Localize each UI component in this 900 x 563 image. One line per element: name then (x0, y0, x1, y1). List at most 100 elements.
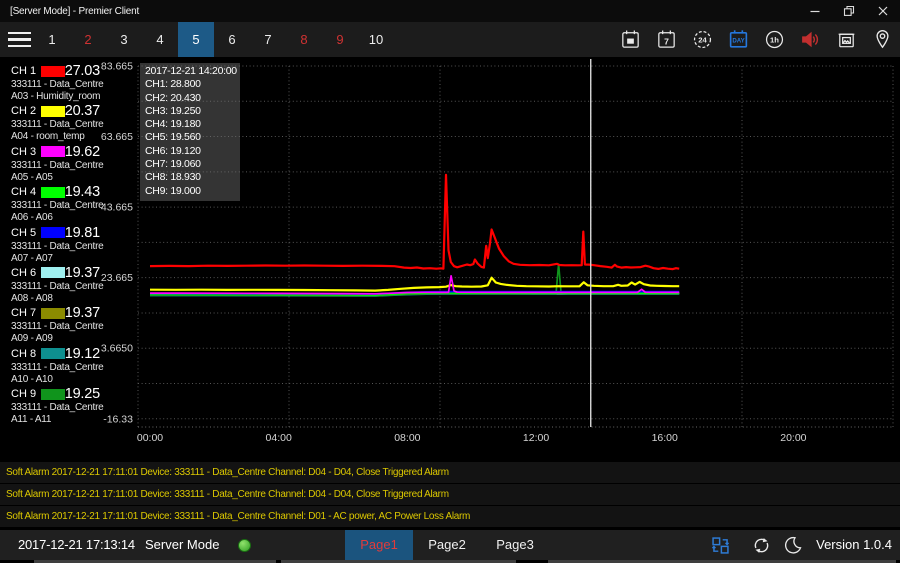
channel-id: CH 5 (11, 227, 39, 239)
svg-text:DAY: DAY (732, 37, 744, 44)
channel-item[interactable]: CH 519.81333111 - Data_CentreA07 - A07 (0, 225, 116, 265)
x-axis-tick-label: 08:00 (394, 432, 420, 444)
channel-color-swatch (41, 187, 65, 198)
channel-item[interactable]: CH 127.03333111 - Data_CentreA03 - Humid… (0, 63, 116, 103)
channel-device: 333111 - Data_Centre (11, 402, 116, 414)
page-number-10[interactable]: 10 (358, 22, 394, 57)
hours-24-icon[interactable]: 24 (684, 22, 720, 57)
channel-row: CH 2 20.37 (11, 103, 116, 119)
channel-row: CH 819.12 (11, 346, 116, 362)
menu-button[interactable] (8, 31, 34, 48)
connection-indicator (238, 539, 251, 552)
window-title: [Server Mode] - Premier Client (0, 6, 139, 17)
channel-item[interactable]: CH 719.37333111 - Data_CentreA09 - A09 (0, 305, 116, 345)
snapshot-icon[interactable] (828, 22, 864, 57)
channel-value: 19.25 (65, 386, 116, 402)
channel-item[interactable]: CH 9 19.25333111 - Data_CentreA11 - A11 (0, 386, 116, 426)
dark-mode-button[interactable] (782, 534, 804, 556)
x-axis-tick-label: 20:00 (780, 432, 806, 444)
x-axis-tick-label: 00:00 (137, 432, 163, 444)
channel-color-swatch (41, 389, 65, 400)
channel-value: 19.62 (65, 144, 116, 160)
channel-device: 333111 - Data_Centre (11, 362, 116, 374)
app-window: [Server Mode] - Premier Client 123456789… (0, 0, 900, 563)
channel-point: A11 - A11 (11, 414, 116, 426)
calendar-edit-icon[interactable] (612, 22, 648, 57)
channel-value: 19.37 (65, 265, 116, 281)
channel-value: 19.37 (65, 305, 116, 321)
tooltip-entry: CH5: 19.560 (145, 131, 235, 144)
page-number-9[interactable]: 9 (322, 22, 358, 57)
tooltip-entry: CH7: 19.060 (145, 158, 235, 171)
channel-value: 19.43 (65, 184, 116, 200)
channel-point: A08 - A08 (11, 293, 116, 305)
window-controls (798, 0, 900, 22)
channel-device: 333111 - Data_Centre (11, 160, 116, 172)
channel-id: CH 1 (11, 65, 39, 77)
channel-point: A09 - A09 (11, 333, 116, 345)
channel-value: 20.37 (65, 103, 116, 119)
page-number-7[interactable]: 7 (250, 22, 286, 57)
svg-text:7: 7 (664, 36, 669, 46)
day-range-icon[interactable]: DAY (720, 22, 756, 57)
svg-text:24: 24 (698, 35, 707, 44)
channel-point: A07 - A07 (11, 253, 116, 265)
minimize-button[interactable] (798, 0, 832, 22)
channel-color-swatch (41, 106, 65, 117)
page-number-bar: 12345678910 (34, 22, 394, 57)
restore-button[interactable] (832, 0, 866, 22)
channel-row: CH 5 19.81 (11, 225, 116, 241)
channel-row: CH 619.37 (11, 265, 116, 281)
toolbar-icons: 7 24 DAY 1h (612, 22, 900, 57)
page-number-5[interactable]: 5 (178, 22, 214, 57)
channel-point: A04 - room_temp (11, 131, 116, 143)
page-number-6[interactable]: 6 (214, 22, 250, 57)
tooltip-entry: CH6: 19.120 (145, 145, 235, 158)
status-bar: 2017-12-21 17:13:14 Server Mode Page1Pag… (0, 530, 900, 560)
tooltip-entries: CH1: 28.800CH2: 20.430CH3: 19.250CH4: 19… (145, 78, 235, 198)
close-button[interactable] (866, 0, 900, 22)
page-number-2[interactable]: 2 (70, 22, 106, 57)
alarm-sound-icon[interactable] (792, 22, 828, 57)
tab-page2[interactable]: Page2 (413, 530, 481, 560)
channel-row: CH 319.62 (11, 144, 116, 160)
channel-id: CH 8 (11, 348, 39, 360)
channel-value: 19.81 (65, 225, 116, 241)
page-number-1[interactable]: 1 (34, 22, 70, 57)
page-number-4[interactable]: 4 (142, 22, 178, 57)
channel-item[interactable]: CH 619.37333111 - Data_CentreA08 - A08 (0, 265, 116, 305)
tab-page3[interactable]: Page3 (481, 530, 549, 560)
x-axis-tick-label: 16:00 (652, 432, 678, 444)
restore-icon (843, 5, 855, 17)
channel-color-swatch (41, 348, 65, 359)
tooltip-entry: CH2: 20.430 (145, 92, 235, 105)
layout-switch-button[interactable] (709, 534, 731, 556)
channel-item[interactable]: CH 220.37333111 - Data_CentreA04 - room_… (0, 103, 116, 143)
tooltip-time: 2017-12-21 14:20:00 (145, 65, 235, 78)
alarm-row[interactable]: Soft Alarm 2017-12-21 17:11:01 Device: 3… (0, 506, 900, 527)
status-time: 2017-12-21 17:13:14 (18, 530, 135, 560)
x-axis-tick-label: 12:00 (523, 432, 549, 444)
channel-item[interactable]: CH 419.43333111 - Data_CentreA06 - A06 (0, 184, 116, 224)
svg-text:1h: 1h (770, 35, 779, 44)
channel-id: CH 2 (11, 105, 39, 117)
page-number-3[interactable]: 3 (106, 22, 142, 57)
tooltip-entry: CH9: 19.000 (145, 185, 235, 198)
page-number-8[interactable]: 8 (286, 22, 322, 57)
alarm-row[interactable]: Soft Alarm 2017-12-21 17:11:01 Device: 3… (0, 462, 900, 483)
channel-id: CH 9 (11, 388, 39, 400)
sync-button[interactable] (750, 534, 772, 556)
trend-chart[interactable]: 83.66563.66543.66523.6653.6650-16.3300:0… (0, 57, 900, 463)
channel-item[interactable]: CH 319.62333111 - Data_CentreA05 - A05 (0, 144, 116, 184)
channel-device: 333111 - Data_Centre (11, 321, 116, 333)
alarm-row[interactable]: Soft Alarm 2017-12-21 17:11:01 Device: 3… (0, 484, 900, 505)
channel-item[interactable]: CH 819.12333111 - Data_CentreA10 - A10 (0, 346, 116, 386)
tab-page1[interactable]: Page1 (345, 530, 413, 560)
calendar-week-icon[interactable]: 7 (648, 22, 684, 57)
channel-id: CH 4 (11, 186, 39, 198)
channel-point: A03 - Humidity_room (11, 91, 116, 103)
location-icon[interactable] (864, 22, 900, 57)
channel-device: 333111 - Data_Centre (11, 281, 116, 293)
tooltip-entry: CH3: 19.250 (145, 105, 235, 118)
hour-1-icon[interactable]: 1h (756, 22, 792, 57)
